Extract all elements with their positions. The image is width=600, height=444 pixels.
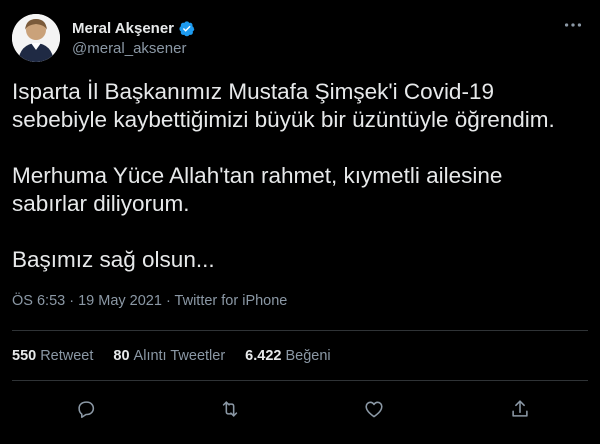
tweet-card: Meral Akşener @meral_aksener Isparta İl … bbox=[0, 0, 600, 444]
tweet-paragraph: Isparta İl Başkanımız Mustafa Şimşek'i C… bbox=[12, 79, 555, 132]
tweet-actions bbox=[0, 392, 600, 426]
like-count-value: 6.422 bbox=[245, 348, 282, 364]
tweet-stats: 550 Retweet 80 Alıntı Tweetler 6.422 Beğ… bbox=[12, 348, 351, 364]
avatar[interactable] bbox=[12, 14, 60, 62]
more-options-icon[interactable] bbox=[558, 14, 588, 38]
tweet-text: Isparta İl Başkanımız Mustafa Şimşek'i C… bbox=[12, 78, 588, 274]
heart-icon[interactable] bbox=[357, 392, 391, 426]
quote-count-label: Alıntı Tweetler bbox=[133, 348, 226, 364]
reply-icon[interactable] bbox=[69, 392, 103, 426]
retweet-count-value: 550 bbox=[12, 348, 37, 364]
display-name[interactable]: Meral Akşener bbox=[72, 20, 174, 37]
quote-count[interactable]: 80 Alıntı Tweetler bbox=[113, 348, 225, 364]
quote-count-value: 80 bbox=[113, 348, 130, 364]
user-handle[interactable]: @meral_aksener bbox=[72, 40, 186, 57]
retweet-count-label: Retweet bbox=[40, 348, 94, 364]
divider bbox=[12, 330, 588, 331]
name-row: Meral Akşener bbox=[72, 18, 195, 38]
tweet-paragraph: Başımız sağ olsun... bbox=[12, 247, 215, 272]
like-count[interactable]: 6.422 Beğeni bbox=[245, 348, 330, 364]
avatar-image bbox=[12, 14, 60, 62]
tweet-paragraph: Merhuma Yüce Allah'tan rahmet, kıymetli … bbox=[12, 163, 503, 216]
tweet-timestamp[interactable]: ÖS 6:53 · 19 May 2021 · Twitter for iPho… bbox=[12, 293, 287, 309]
verified-badge-icon bbox=[178, 20, 195, 37]
tweet-header: Meral Akşener @meral_aksener bbox=[12, 12, 588, 62]
like-count-label: Beğeni bbox=[285, 348, 331, 364]
retweet-icon[interactable] bbox=[213, 392, 247, 426]
retweet-count[interactable]: 550 Retweet bbox=[12, 348, 93, 364]
divider bbox=[12, 380, 588, 381]
share-icon[interactable] bbox=[503, 392, 537, 426]
